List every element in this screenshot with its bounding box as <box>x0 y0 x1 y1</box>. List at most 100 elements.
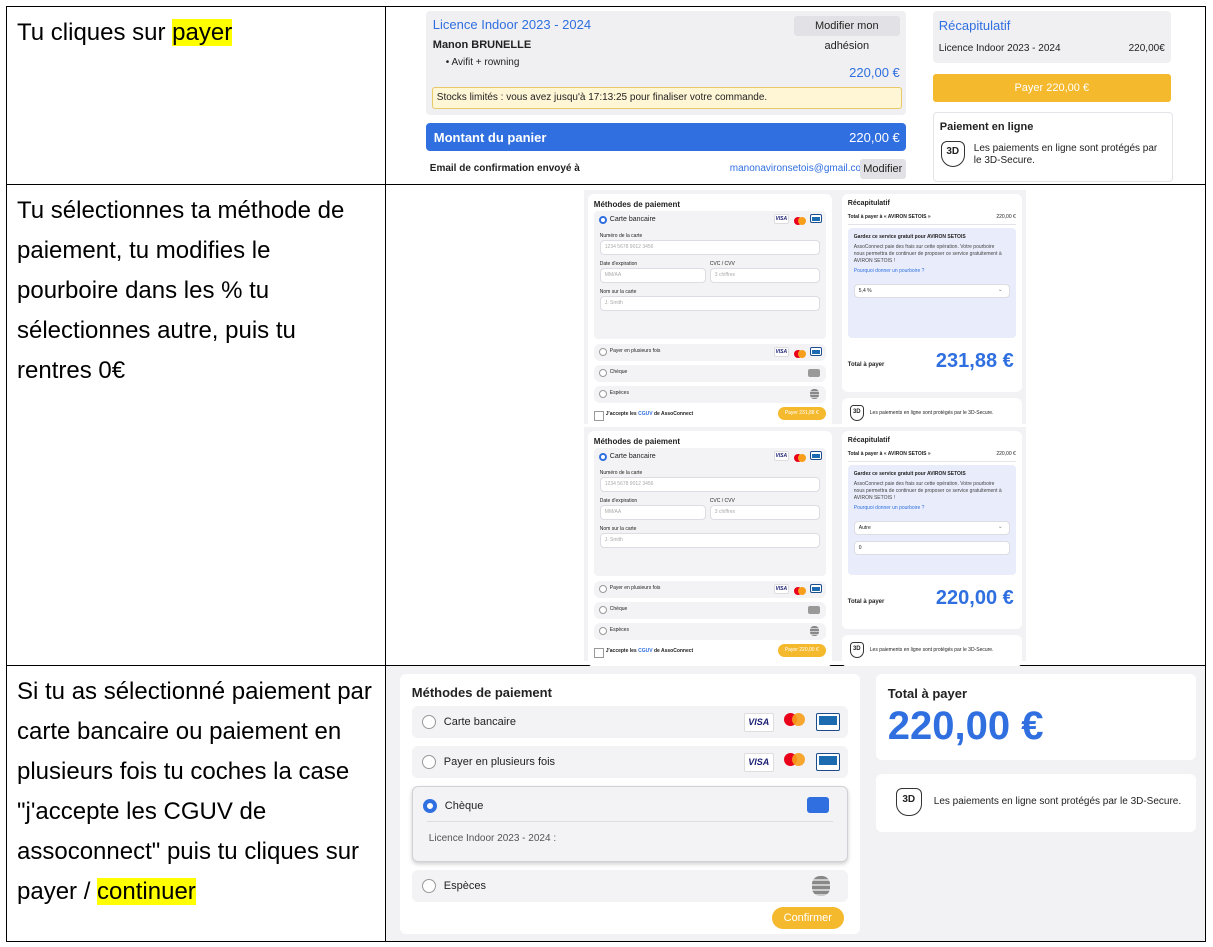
confirm-button[interactable]: Confirmer <box>771 906 844 929</box>
cvc-input[interactable]: 3 chiffres <box>709 505 820 521</box>
tip-link[interactable]: Pourquoi donner un pourboire ? <box>854 268 925 274</box>
card-number-input[interactable]: 1234 5678 9012 3456 <box>599 240 820 256</box>
recap-title: Récapitulatif <box>847 437 890 445</box>
method-installments-option[interactable]: Payer en plusieurs fois VISA <box>593 581 826 599</box>
cb-card-icon <box>809 347 822 357</box>
tip-select[interactable]: Autre <box>853 521 1010 536</box>
visa-icon: VISA <box>773 347 789 358</box>
shield-3d-icon: 3D <box>849 405 864 422</box>
screenshot-cell-2: Méthodes de paiement Carte bancaire VISA… <box>384 184 1207 668</box>
tip-title: Gardez ce service gratuit pour AVIRON SE… <box>853 234 966 241</box>
mastercard-icon <box>793 587 807 597</box>
name-input[interactable]: J. Smith <box>599 533 820 549</box>
methods-card: Méthodes de paiement Carte bancaire VISA… <box>587 194 832 431</box>
method-cash-option[interactable]: Espèces <box>593 623 826 641</box>
instruction-cell-1: Tu cliques sur payer <box>6 5 386 186</box>
cgu-prefix: J'accepte les <box>605 648 639 655</box>
expiry-label: Date d'expiration <box>599 498 638 505</box>
total-to-label: Total à payer à « AVIRON SETOIS » <box>847 451 931 458</box>
radio-card[interactable] <box>598 216 607 225</box>
card-method-panel[interactable]: Carte bancaire VISA Numéro de la carte 1… <box>593 448 826 577</box>
radio-cash[interactable] <box>598 390 607 399</box>
radio-installments[interactable] <box>421 754 436 769</box>
shield-3d-icon: 3D <box>895 787 922 816</box>
mastercard-icon <box>780 752 810 772</box>
email-label: Email de confirmation envoyé à <box>429 163 580 174</box>
modify-membership-button[interactable]: Modifier mon adhésion <box>793 16 900 52</box>
tip-panel: Gardez ce service gratuit pour AVIRON SE… <box>847 465 1016 576</box>
tip-select[interactable]: 5,4 % <box>853 284 1010 299</box>
secure-text: Les paiements en ligne sont protégés par… <box>869 410 994 417</box>
secure-text: Les paiements en ligne sont protégés par… <box>869 647 994 654</box>
visa-icon: VISA <box>773 451 789 462</box>
card-method-panel[interactable]: Carte bancaire VISA Numéro de la carte 1… <box>593 211 826 340</box>
cgu-checkbox[interactable] <box>593 648 604 659</box>
methods-title: Méthodes de paiement <box>411 684 552 700</box>
expiry-input[interactable]: MM/AA <box>599 268 706 284</box>
instruction-cell-3: Si tu as sélectionné paiement par carte … <box>6 664 386 943</box>
shield-3d-icon: 3D <box>849 642 864 659</box>
payment-screen-2: Méthodes de paiement Carte bancaire VISA… <box>583 427 1026 668</box>
total-to-amount: 220,00 € <box>996 214 1016 221</box>
tip-link[interactable]: Pourquoi donner un pourboire ? <box>854 505 925 511</box>
recap-title: Récapitulatif <box>938 18 1011 33</box>
methods-card: Méthodes de paiement Carte bancaire VISA… <box>587 431 832 668</box>
tip-body: AssoConnect paie des frais sur cette opé… <box>853 481 1002 502</box>
radio-cheque[interactable] <box>598 606 607 615</box>
cvc-label: CVC / CVV <box>709 261 735 268</box>
cgu-link[interactable]: CGUV <box>638 648 652 654</box>
radio-card[interactable] <box>598 453 607 462</box>
method-cash-option[interactable]: Espèces <box>593 386 826 404</box>
visa-icon: VISA <box>773 214 789 225</box>
radio-cash[interactable] <box>421 878 436 893</box>
total-label: Total à payer <box>847 599 885 606</box>
item-price: 220,00 € <box>849 65 900 80</box>
coins-icon <box>811 875 830 896</box>
tip-amount-input[interactable]: 0 <box>853 541 1010 556</box>
card-number-input[interactable]: 1234 5678 9012 3456 <box>599 477 820 493</box>
email-address[interactable]: manonavironsetois@gmail.com <box>730 163 870 174</box>
method-cash-option[interactable]: Espèces <box>411 869 848 902</box>
method-card-option[interactable]: Carte bancaire VISA <box>411 705 848 738</box>
recap-item: Licence Indoor 2023 - 2024 <box>938 43 1061 54</box>
method-cheque-option[interactable]: Chèque <box>593 365 826 383</box>
expiry-label: Date d'expiration <box>599 261 638 268</box>
total-amount: 220,00 € <box>887 703 1044 748</box>
method-card-label: Carte bancaire <box>609 453 656 461</box>
method-cheque-option-selected[interactable]: Chèque Licence Indoor 2023 - 2024 : <box>411 785 848 862</box>
radio-cheque[interactable] <box>422 798 437 813</box>
cb-card-icon <box>809 214 822 224</box>
cheque-icon <box>807 606 820 615</box>
radio-cash[interactable] <box>598 627 607 636</box>
modify-email-button[interactable]: Modifier <box>859 159 906 179</box>
radio-cheque[interactable] <box>598 369 607 378</box>
instruction-text-3: Si tu as sélectionné paiement par carte … <box>17 677 372 905</box>
radio-installments[interactable] <box>598 585 607 594</box>
screenshot-cell-1: Licence Indoor 2023 - 2024 Modifier mon … <box>384 5 1207 186</box>
recap-panel: Récapitulatif Licence Indoor 2023 - 2024… <box>932 11 1171 63</box>
method-cash-label: Espèces <box>443 879 486 892</box>
expiry-input[interactable]: MM/AA <box>599 505 706 521</box>
cvc-input[interactable]: 3 chiffres <box>709 268 820 284</box>
cgu-checkbox[interactable] <box>593 411 604 422</box>
radio-card[interactable] <box>421 714 436 729</box>
pay-button[interactable]: Payer 220,00 € <box>932 74 1171 102</box>
mastercard-icon <box>793 350 807 360</box>
pay-button[interactable]: Payer 220,00 € <box>777 644 826 658</box>
radio-installments[interactable] <box>598 348 607 357</box>
method-card-label: Carte bancaire <box>443 715 516 728</box>
name-input[interactable]: J. Smith <box>599 296 820 312</box>
mastercard-icon <box>793 454 807 464</box>
cgu-suffix: de AssoConnect <box>652 411 694 418</box>
recap-card: Récapitulatif Total à payer à « AVIRON S… <box>841 431 1022 630</box>
method-cash-label: Espèces <box>609 390 629 397</box>
method-installments-option[interactable]: Payer en plusieurs fois VISA <box>411 745 848 778</box>
visa-icon: VISA <box>743 752 774 772</box>
tip-body: AssoConnect paie des frais sur cette opé… <box>853 244 1002 265</box>
method-installments-option[interactable]: Payer en plusieurs fois VISA <box>593 344 826 362</box>
pay-button[interactable]: Payer 231,88 € <box>777 407 826 421</box>
cgu-link[interactable]: CGUV <box>638 411 652 417</box>
divider <box>847 224 1016 226</box>
instruction-table: Tu cliques sur payer Licence Indoor 2023… <box>6 5 1207 943</box>
method-cheque-option[interactable]: Chèque <box>593 602 826 620</box>
